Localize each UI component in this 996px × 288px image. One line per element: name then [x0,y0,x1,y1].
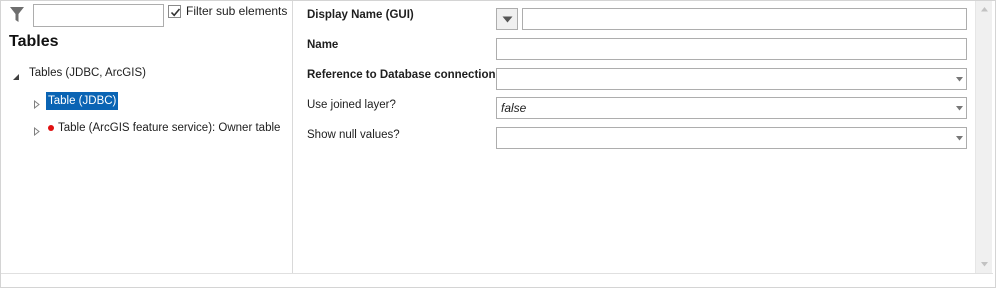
vertical-scrollbar[interactable] [975,1,992,273]
db-connection-label: Reference to Database connection [307,69,496,81]
name-field[interactable] [496,38,967,60]
use-joined-layer-label: Use joined layer? [307,99,396,111]
filter-funnel-icon[interactable] [9,6,25,24]
display-name-field[interactable] [522,8,967,30]
bottom-strip [1,273,993,287]
chevron-down-icon [956,77,963,82]
show-null-values-label: Show null values? [307,129,400,141]
display-name-label: Display Name (GUI) [307,9,414,21]
filter-sub-elements-checkbox[interactable] [168,5,181,18]
collapsed-triangle-icon[interactable] [33,124,42,137]
checkmark-icon [170,8,181,17]
chevron-down-icon [956,106,963,111]
filter-input[interactable] [33,4,164,27]
use-joined-layer-select[interactable]: false [496,97,967,119]
pane-divider[interactable] [292,1,293,273]
db-connection-select[interactable] [496,68,967,90]
collapsed-triangle-icon[interactable] [33,97,42,110]
filter-sub-elements-label: Filter sub elements [186,4,288,18]
tree-node-table-jdbc[interactable]: Table (JDBC) [33,92,283,110]
chevron-down-icon [502,16,513,23]
tree-node-root-label: Tables (JDBC, ArcGIS) [29,67,146,79]
error-dot-icon [48,125,54,131]
tables-heading: Tables [9,33,59,50]
show-null-values-select[interactable] [496,127,967,149]
tree-node-table-jdbc-label: Table (JDBC) [46,92,119,110]
chevron-down-icon [956,136,963,141]
name-label: Name [307,39,339,51]
scroll-up-button[interactable] [976,1,993,18]
display-name-dropdown-button[interactable] [496,8,518,30]
chevron-up-icon [981,7,988,12]
expanded-triangle-icon[interactable] [12,69,21,80]
tree-node-root[interactable]: Tables (JDBC, ArcGIS) [12,64,282,82]
scroll-down-button[interactable] [976,256,993,273]
tree-node-table-arcgis-label: Table (ArcGIS feature service): Owner ta… [58,122,281,134]
tree-node-table-arcgis[interactable]: Table (ArcGIS feature service): Owner ta… [33,119,288,137]
use-joined-layer-value: false [501,101,527,115]
chevron-down-icon [981,262,988,267]
